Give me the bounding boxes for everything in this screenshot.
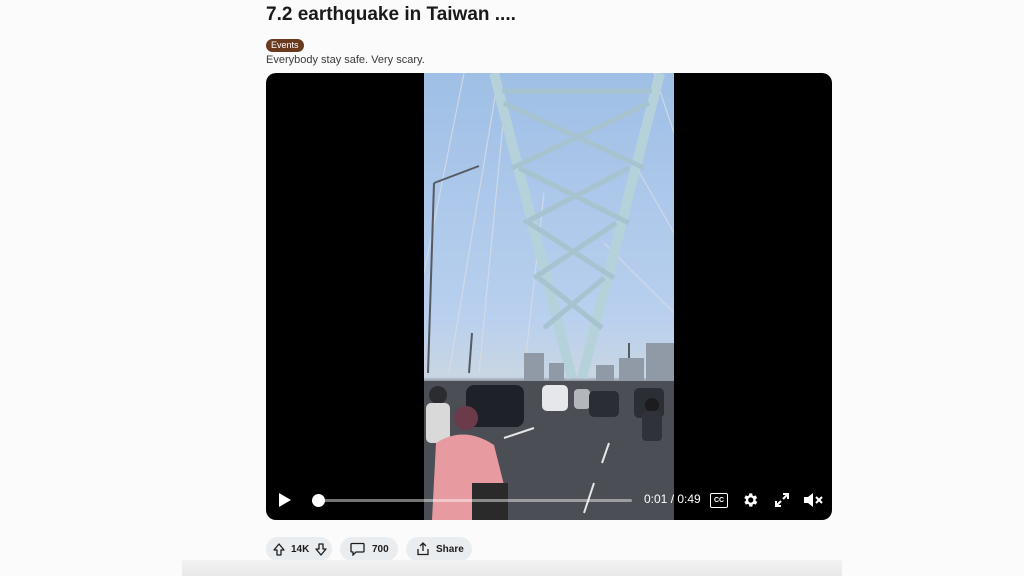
play-icon xyxy=(279,493,291,507)
downvote-icon xyxy=(315,542,328,556)
video-frame xyxy=(424,73,674,520)
flair-badge[interactable]: Events xyxy=(266,39,304,52)
progress-bar[interactable] xyxy=(312,494,632,507)
footer-band xyxy=(182,560,842,576)
settings-button[interactable] xyxy=(740,490,760,510)
comment-count: 700 xyxy=(372,543,389,555)
fullscreen-button[interactable] xyxy=(772,490,792,510)
vote-count: 14K xyxy=(291,543,310,555)
cc-icon: CC xyxy=(713,497,725,504)
timecode: 0:01 / 0:49 xyxy=(644,492,701,506)
play-button[interactable] xyxy=(276,490,294,510)
video-controls: 0:01 / 0:49 CC xyxy=(266,480,832,520)
gear-icon xyxy=(744,493,758,507)
post-title[interactable]: 7.2 earthquake in Taiwan .... xyxy=(266,4,516,26)
bridge-scene-image xyxy=(424,73,674,520)
progress-handle[interactable] xyxy=(312,494,326,507)
comment-icon-wrap xyxy=(350,542,365,556)
share-icon-wrap xyxy=(416,542,430,556)
expand-icon xyxy=(775,493,789,507)
downvote-button[interactable] xyxy=(315,542,328,556)
mute-button[interactable] xyxy=(802,490,824,510)
upvote-button[interactable] xyxy=(273,542,285,556)
share-button[interactable]: Share xyxy=(406,537,472,561)
share-label: Share xyxy=(436,543,464,555)
captions-button[interactable]: CC xyxy=(710,493,728,508)
post-body: Everybody stay safe. Very scary. xyxy=(266,54,425,66)
comment-icon xyxy=(350,542,365,556)
upvote-icon xyxy=(273,542,285,556)
comments-button[interactable]: 700 xyxy=(340,537,398,561)
vote-pill: 14K xyxy=(266,537,332,561)
share-icon xyxy=(417,542,429,556)
mute-icon xyxy=(804,493,823,507)
video-player[interactable]: 0:01 / 0:49 CC xyxy=(266,73,832,520)
